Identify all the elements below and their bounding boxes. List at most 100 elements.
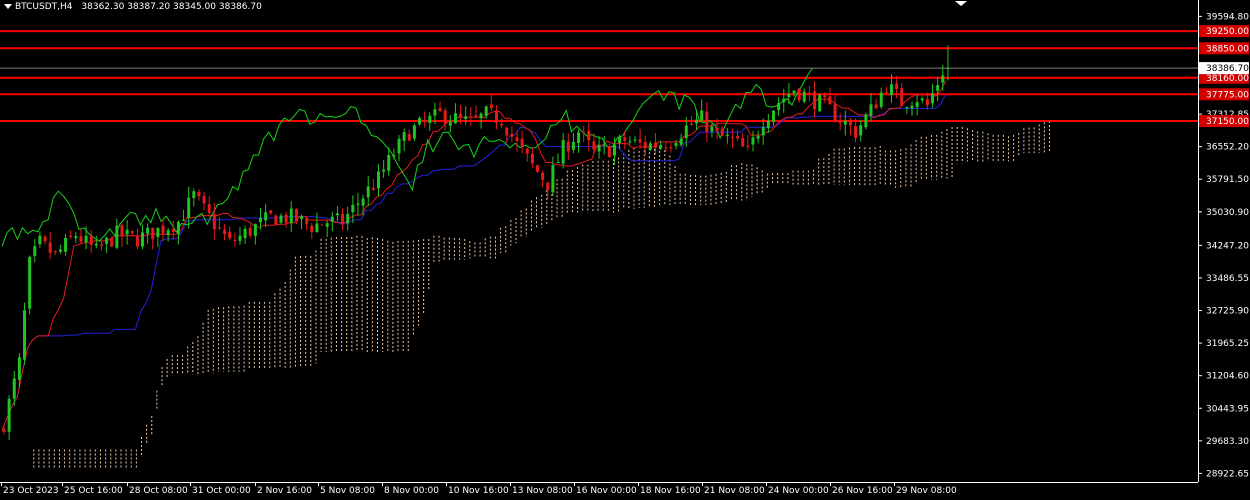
candle-body (695, 119, 699, 124)
candle (187, 186, 191, 229)
candle (228, 226, 232, 241)
candle-body (571, 141, 575, 150)
candle-body (279, 215, 283, 223)
candle (48, 231, 52, 260)
candle-body (787, 93, 791, 98)
candle-body (294, 208, 298, 222)
candle (571, 132, 575, 154)
candle (813, 81, 817, 118)
candle (156, 227, 160, 248)
candle-body (520, 138, 524, 147)
candle-body (12, 378, 16, 399)
candle-body (448, 121, 452, 126)
x-tick-label: 23 Oct 2023 (3, 486, 59, 496)
candle-body (418, 118, 422, 125)
candle-body (777, 103, 781, 111)
x-tick-label: 16 Nov 00:00 (576, 486, 637, 496)
candle (510, 125, 514, 143)
candle (110, 236, 114, 248)
candle-body (141, 232, 145, 247)
level-label: 39250.00 (1206, 27, 1249, 37)
candle (438, 101, 442, 113)
x-tick-label: 29 Nov 08:00 (896, 486, 957, 496)
candle (725, 127, 729, 144)
candle-body (64, 237, 68, 252)
candle-body (125, 229, 129, 235)
candle-body (664, 147, 668, 149)
candle-body (192, 191, 196, 199)
candle (931, 83, 935, 108)
x-tick-label: 18 Nov 16:00 (640, 486, 701, 496)
candle (38, 231, 42, 248)
candle (141, 224, 145, 250)
candle (418, 116, 422, 126)
candle-body (859, 125, 863, 136)
y-tick-label: 31204.60 (1206, 372, 1249, 382)
candle-body (854, 126, 858, 138)
candle (151, 227, 155, 250)
candle-body (120, 225, 124, 237)
candle-body (376, 171, 380, 189)
candle (207, 196, 211, 218)
candle-body (176, 221, 180, 235)
candle (884, 86, 888, 94)
candle-body (669, 147, 673, 149)
candle-body (366, 186, 370, 198)
candle-body (597, 145, 601, 152)
candle-body (325, 223, 329, 227)
candle (828, 87, 832, 105)
candle-body (828, 96, 832, 105)
candle (802, 88, 806, 104)
candle-body (700, 110, 704, 121)
candle-body (730, 137, 734, 139)
candle-body (920, 98, 924, 101)
candle-body (402, 132, 406, 141)
price-chart[interactable]: 39594.8038850.0038160.0037775.0037312.85… (0, 0, 1250, 500)
candle (330, 211, 334, 232)
candle (310, 222, 314, 240)
candle-body (300, 216, 304, 219)
current-price-label: 38386.70 (1206, 64, 1249, 74)
candle-body (925, 99, 929, 106)
candle (382, 159, 386, 178)
candle-body (69, 235, 73, 237)
candle-body (392, 155, 396, 157)
candle-body (818, 95, 822, 112)
candle-body (833, 103, 837, 122)
candle-body (674, 143, 678, 146)
candle (79, 229, 83, 245)
candle-body (792, 90, 796, 94)
candle-body (556, 162, 560, 164)
candle (192, 188, 196, 207)
candle-body (17, 357, 21, 380)
candle (453, 103, 457, 124)
candle-body (305, 218, 309, 224)
candle (182, 209, 186, 222)
candle-body (289, 208, 293, 224)
candle-body (751, 137, 755, 145)
x-tick-label: 10 Nov 16:00 (448, 486, 509, 496)
candle-body (382, 169, 386, 172)
candle-body (320, 224, 324, 226)
candle-body (494, 110, 498, 123)
x-tick-label: 5 Nov 08:00 (320, 486, 375, 496)
candle (58, 244, 62, 254)
candle-body (197, 191, 201, 197)
candle (848, 117, 852, 136)
candle (761, 118, 765, 145)
candle-body (94, 243, 98, 246)
candle (146, 223, 150, 244)
candle-body (361, 198, 365, 206)
x-tick-label: 13 Nov 08:00 (512, 486, 573, 496)
candle (695, 109, 699, 131)
candle (633, 136, 637, 143)
candle (33, 239, 37, 263)
candle-body (766, 120, 770, 129)
candle-body (561, 140, 565, 164)
candle (843, 110, 847, 136)
candle (89, 230, 93, 253)
candle (69, 229, 73, 239)
candle-body (248, 227, 252, 236)
x-tick-label: 21 Nov 08:00 (704, 486, 765, 496)
candle (197, 189, 201, 201)
